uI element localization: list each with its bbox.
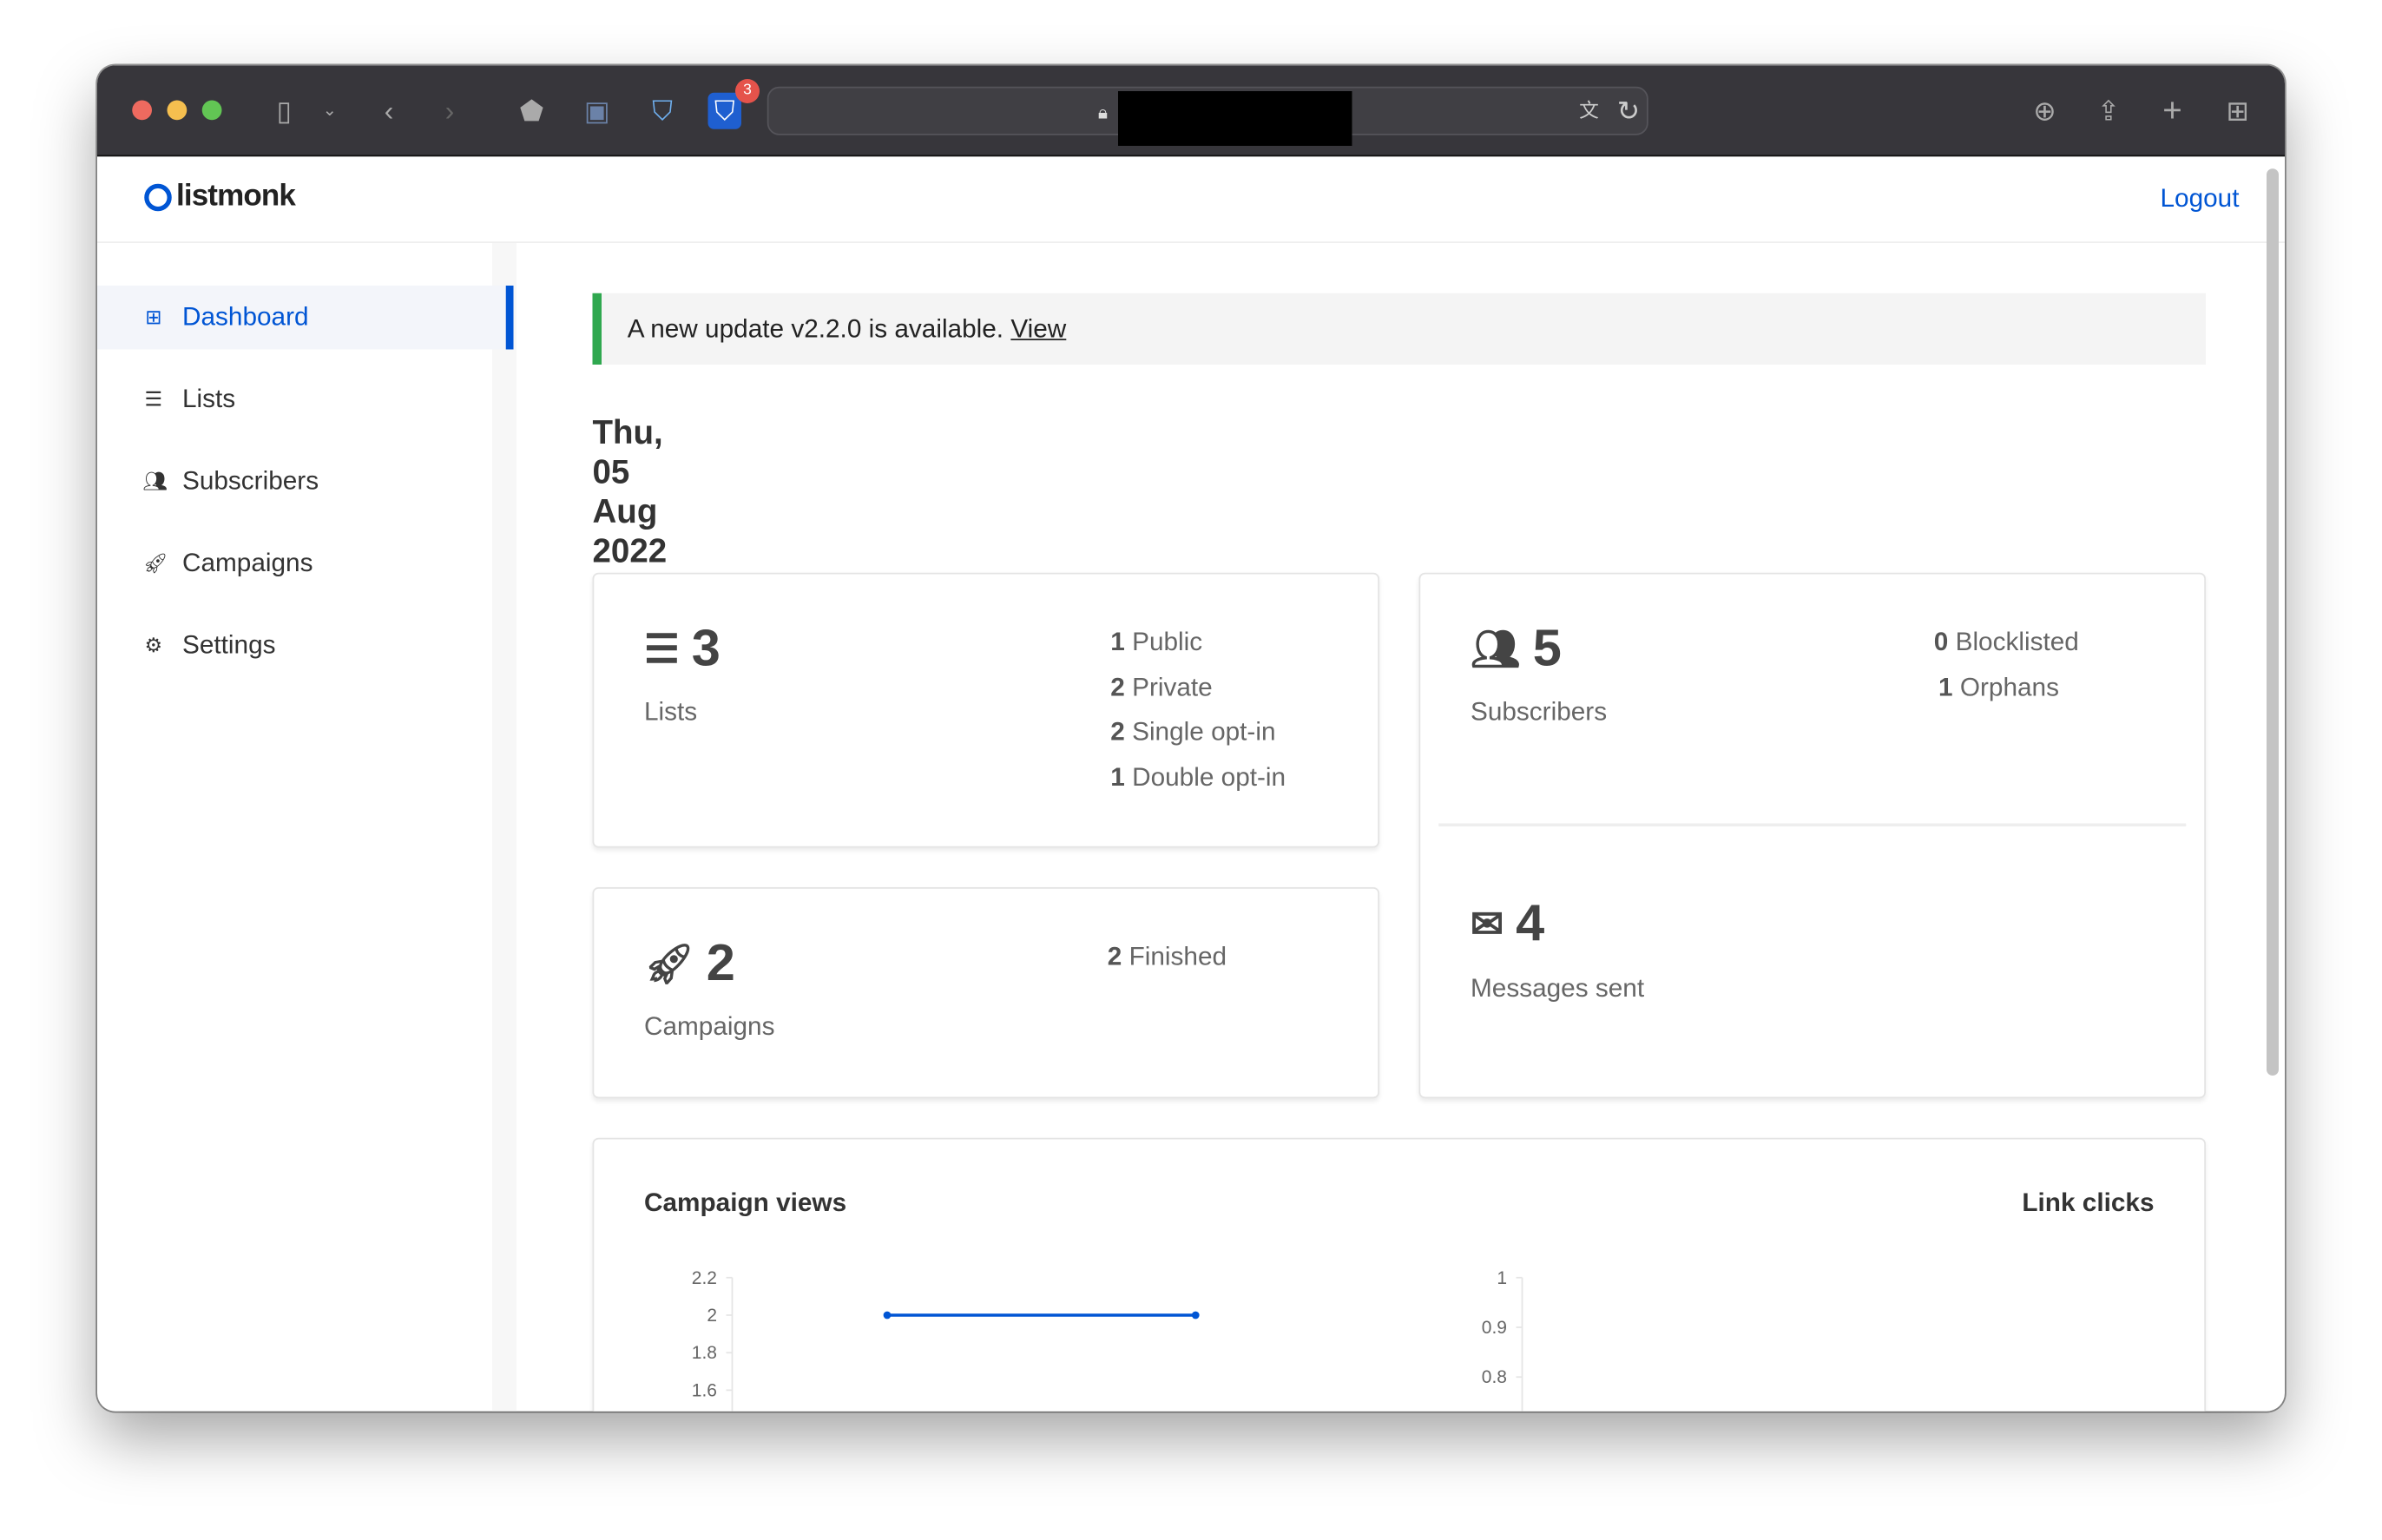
bitwarden-icon[interactable]: ⛉ bbox=[707, 92, 741, 129]
update-text: A new update v2.2.0 is available. bbox=[627, 314, 1011, 344]
rocket-icon: 🚀︎ bbox=[142, 551, 168, 575]
users-icon: 👥︎ bbox=[142, 469, 168, 492]
campaigns-label: Campaigns bbox=[644, 1011, 775, 1041]
logout-link[interactable]: Logout bbox=[2161, 184, 2240, 214]
y-tick-label: 0.8 bbox=[1482, 1367, 1507, 1387]
sidebar-item-lists[interactable]: ☰ Lists bbox=[97, 368, 514, 432]
y-tick-label: 1.6 bbox=[692, 1380, 717, 1400]
y-tick-label: 0.9 bbox=[1482, 1318, 1507, 1338]
count-value: 4 bbox=[1516, 894, 1545, 953]
stat-orphans: 1 Orphans bbox=[1938, 672, 2059, 701]
new-tab-icon[interactable]: + bbox=[2155, 92, 2191, 129]
sidebar-toggle-icon[interactable]: ▯ bbox=[266, 93, 302, 129]
list-icon: ☰ bbox=[644, 626, 680, 672]
close-window-button[interactable] bbox=[132, 100, 152, 121]
sidebar-item-label: Dashboard bbox=[182, 302, 309, 332]
lists-card[interactable]: ☰ 3 Lists 1 Public 2 Private 2 Single opt… bbox=[592, 572, 1379, 848]
update-view-link[interactable]: View bbox=[1010, 314, 1066, 343]
browser-window: ▯ ⌄ ‹ › ⬟ ▣ ⛉ ⛉ 3 🔒︎ 文 ↻ ⊕ ⇪ + ⊞ listmon… bbox=[97, 65, 2285, 1412]
rocket-icon: 🚀︎ bbox=[644, 940, 694, 986]
address-bar[interactable]: 🔒︎ 文 ↻ bbox=[767, 86, 1648, 146]
lock-icon: 🔒︎ bbox=[1097, 102, 1109, 123]
logo-icon bbox=[144, 182, 172, 211]
stat-blocklisted: 0 Blocklisted bbox=[1933, 627, 2079, 656]
campaigns-card[interactable]: 🚀︎ 2 Campaigns 2 Finished bbox=[592, 887, 1379, 1099]
sidebar-item-label: Campaigns bbox=[182, 548, 313, 577]
stat-private: 2 Private bbox=[1110, 672, 1213, 701]
y-tick-label: 1 bbox=[1497, 1268, 1507, 1288]
lists-stats: 1 Public 2 Private 2 Single opt-in 1 Dou… bbox=[1110, 620, 1286, 800]
stat-single-optin: 2 Single opt-in bbox=[1110, 717, 1276, 747]
share-icon[interactable]: ⇪ bbox=[2090, 93, 2127, 129]
data-point bbox=[1191, 1311, 1200, 1320]
sidebar-item-settings[interactable]: ⚙ Settings bbox=[97, 614, 514, 678]
list-icon: ☰ bbox=[144, 387, 162, 411]
screen-share-icon[interactable]: ▣ bbox=[579, 93, 615, 129]
minimize-window-button[interactable] bbox=[167, 100, 188, 121]
count-value: 2 bbox=[706, 934, 735, 992]
sidebar-item-subscribers[interactable]: 👥︎ Subscribers bbox=[97, 450, 514, 514]
back-icon[interactable]: ‹ bbox=[371, 93, 407, 129]
messages-count: ✉ 4 bbox=[1471, 895, 1544, 954]
count-value: 5 bbox=[1532, 620, 1562, 678]
subscribers-count: 👥︎ 5 bbox=[1471, 620, 1562, 679]
translate-icon[interactable]: 文 bbox=[1571, 93, 1608, 129]
adblock-shield-icon[interactable]: ⛉ bbox=[644, 93, 681, 129]
browser-toolbar: ▯ ⌄ ‹ › ⬟ ▣ ⛉ ⛉ 3 🔒︎ 文 ↻ ⊕ ⇪ + ⊞ bbox=[97, 65, 2285, 157]
sidebar-item-label: Settings bbox=[182, 630, 276, 660]
messages-label: Messages sent bbox=[1471, 973, 1645, 1003]
forward-icon[interactable]: › bbox=[431, 93, 468, 129]
lists-count: ☰ 3 bbox=[644, 620, 721, 679]
envelope-icon: ✉ bbox=[1471, 900, 1504, 947]
reload-icon[interactable]: ↻ bbox=[1610, 93, 1647, 129]
gear-icon: ⚙ bbox=[144, 633, 162, 656]
redacted-url bbox=[1118, 91, 1352, 146]
dashboard-icon: ⊞ bbox=[145, 305, 162, 328]
chevron-down-icon[interactable]: ⌄ bbox=[312, 93, 348, 129]
zoom-window-button[interactable] bbox=[201, 100, 222, 121]
y-tick-label: 2 bbox=[707, 1306, 717, 1326]
campaigns-count: 🚀︎ 2 bbox=[644, 934, 735, 993]
sidebar-item-dashboard[interactable]: ⊞ Dashboard bbox=[97, 286, 514, 350]
privacy-shield-icon[interactable]: ⬟ bbox=[514, 93, 550, 129]
tab-overview-icon[interactable]: ⊞ bbox=[2220, 93, 2256, 129]
count-value: 3 bbox=[691, 620, 721, 678]
scrollbar[interactable] bbox=[2267, 168, 2279, 1076]
sidebar-item-label: Subscribers bbox=[182, 466, 319, 496]
stat-double-optin: 1 Double opt-in bbox=[1110, 762, 1286, 792]
divider bbox=[1438, 823, 2187, 826]
download-icon[interactable]: ⊕ bbox=[2027, 93, 2063, 129]
charts-svg: 2.221.81.61.41.210.90.80.70.6 bbox=[692, 1268, 1523, 1412]
sidebar-item-campaigns[interactable]: 🚀︎ Campaigns bbox=[97, 532, 514, 596]
app-header: listmonk Logout bbox=[97, 156, 2285, 243]
y-tick-label: 2.2 bbox=[692, 1268, 717, 1288]
extension-badge: 3 bbox=[735, 79, 760, 103]
logo[interactable]: listmonk bbox=[144, 179, 296, 214]
logo-text: listmonk bbox=[176, 179, 296, 214]
lists-label: Lists bbox=[644, 697, 698, 727]
stat-finished: 2 Finished bbox=[1107, 942, 1227, 971]
sidebar-item-label: Lists bbox=[182, 384, 236, 413]
data-point bbox=[883, 1311, 892, 1320]
charts-card: Campaign views Link clicks 2.2 2 1.8 1.6 1.4… bbox=[592, 1137, 2206, 1412]
users-icon: 👥︎ bbox=[1471, 626, 1521, 672]
subscribers-stats: 0 Blocklisted 1 Orphans bbox=[1934, 620, 2079, 710]
subscribers-messages-card: 👥︎ 5 Subscribers 0 Blocklisted 1 Orphans … bbox=[1418, 572, 2206, 1099]
subscribers-label: Subscribers bbox=[1471, 697, 1608, 727]
update-banner: A new update v2.2.0 is available. View bbox=[592, 293, 2206, 365]
campaigns-stats: 2 Finished bbox=[1108, 934, 1227, 979]
page-title: Thu, 05 Aug 2022 bbox=[592, 413, 668, 570]
stat-public: 1 Public bbox=[1110, 627, 1203, 656]
sidebar: ⊞ Dashboard ☰ Lists 👥︎ Subscribers 🚀︎ Campai… bbox=[97, 243, 517, 1412]
y-tick-label: 1.8 bbox=[692, 1343, 717, 1363]
